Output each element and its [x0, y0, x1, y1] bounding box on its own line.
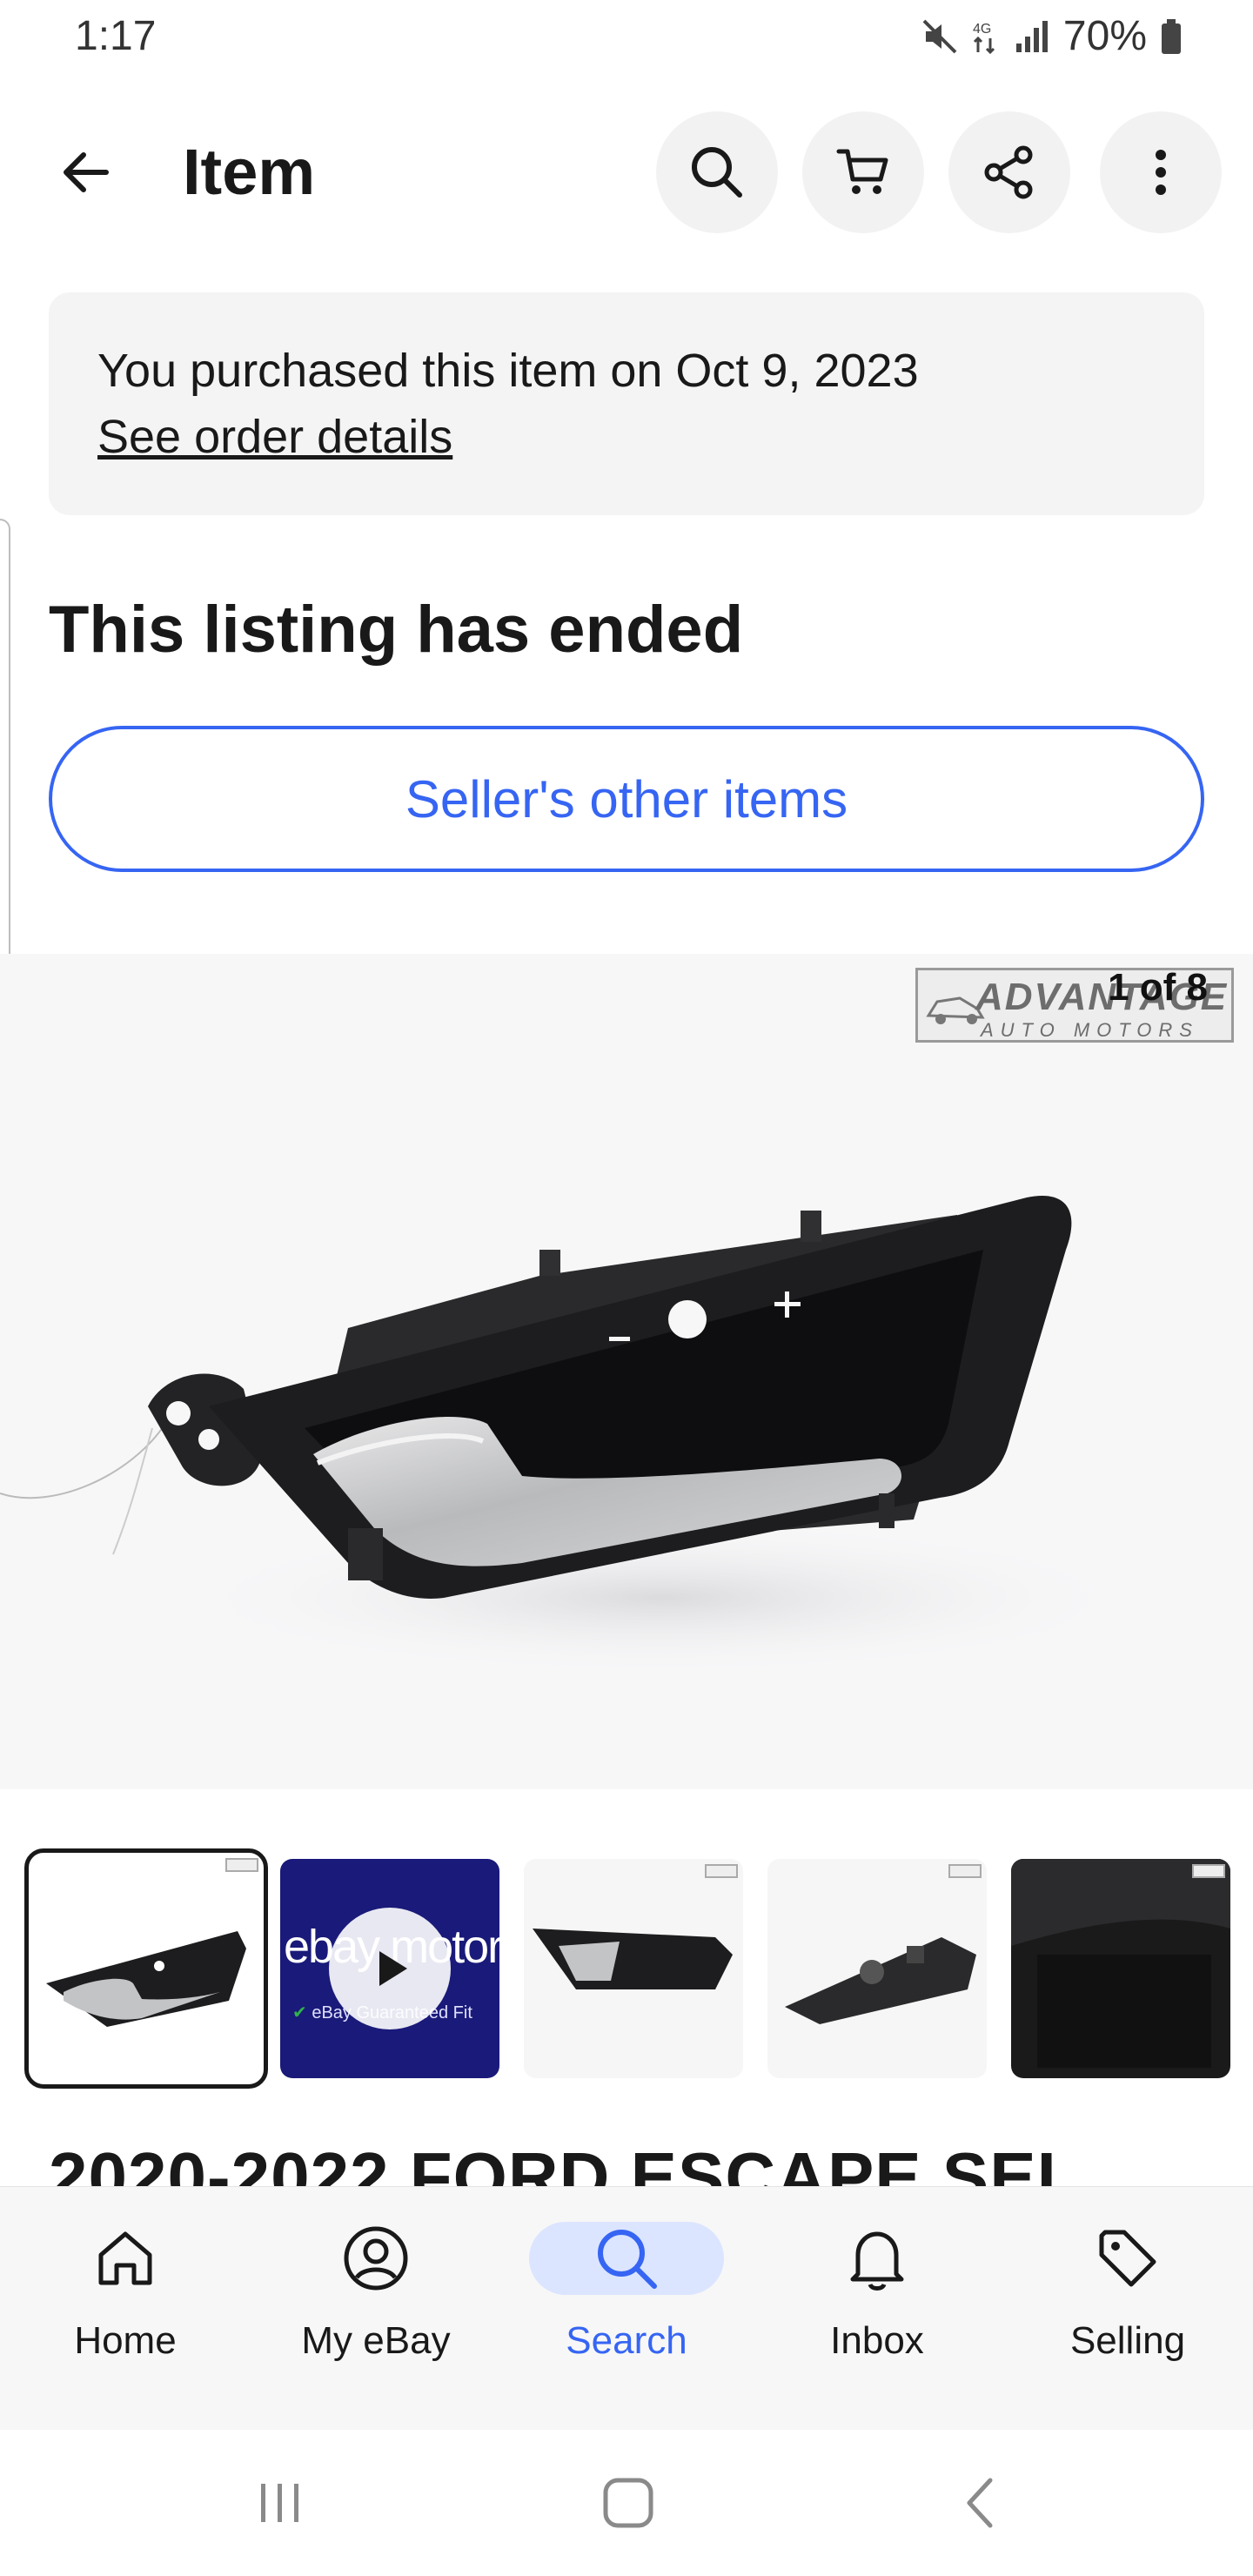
bottom-nav: Home My eBay Search Inbox Selling	[0, 2186, 1253, 2430]
status-bar: 1:17 4G 70%	[0, 0, 1253, 73]
search-button[interactable]	[656, 111, 778, 233]
door-handle-closeup-thumb	[1011, 1859, 1230, 2068]
signal-icon	[1013, 17, 1051, 56]
door-handle-angle-thumb	[533, 1929, 733, 1989]
door-handle-back-thumb	[785, 1937, 976, 2024]
home-icon	[73, 2222, 178, 2295]
listing-ended-heading: This listing has ended	[49, 593, 744, 667]
more-icon	[1156, 150, 1166, 195]
cart-icon	[836, 149, 888, 194]
watermark-mini-icon	[225, 1858, 258, 1872]
watermark-mini-icon	[1192, 1864, 1225, 1878]
nav-inbox-label: Inbox	[830, 2319, 924, 2362]
purchase-text: You purchased this item on Oct 9, 2023	[97, 345, 919, 397]
nav-search-label: Search	[566, 2319, 687, 2362]
home-square-icon	[603, 2478, 653, 2528]
nav-search[interactable]: Search	[522, 2222, 731, 2396]
search-icon	[692, 147, 742, 198]
nav-home[interactable]: Home	[21, 2222, 230, 2396]
play-icon	[379, 1951, 407, 1986]
back-arrow-icon	[64, 152, 109, 192]
chevron-left-icon	[967, 2478, 993, 2528]
cart-button[interactable]	[802, 111, 924, 233]
main-product-image[interactable]: ADVANTAGE AUTO MOTORS 1 of 8	[0, 954, 1253, 1789]
thumbnail-5[interactable]	[1011, 1859, 1230, 2078]
sellers-other-items-button[interactable]: Seller's other items	[49, 726, 1204, 872]
back-button[interactable]	[44, 131, 127, 214]
svg-text:4G: 4G	[973, 22, 991, 37]
battery-level: 70%	[1062, 13, 1147, 59]
more-options-button[interactable]	[1100, 111, 1222, 233]
see-order-details-link[interactable]: See order details	[97, 404, 452, 470]
watermark-mini-icon	[705, 1864, 738, 1878]
watermark-subtitle: AUTO MOTORS	[981, 1019, 1199, 1041]
nav-selling-label: Selling	[1069, 2319, 1186, 2362]
play-button[interactable]	[329, 1908, 451, 2029]
recent-apps-button[interactable]	[237, 2472, 324, 2534]
home-system-button[interactable]	[585, 2472, 672, 2534]
thumbnail-strip[interactable]: ebay motors ✔ eBay Guaranteed Fit	[24, 1848, 1253, 2092]
door-handle-thumb	[46, 1931, 246, 2027]
nav-inbox[interactable]: Inbox	[773, 2222, 982, 2396]
lte-icon: 4G	[971, 17, 1001, 56]
battery-icon	[1159, 17, 1183, 56]
search-icon	[529, 2222, 724, 2295]
status-time: 1:17	[75, 13, 157, 59]
mute-icon	[921, 17, 959, 56]
thumbnail-4[interactable]	[767, 1859, 987, 2078]
watermark-mini-icon	[948, 1864, 982, 1878]
tag-icon	[1075, 2222, 1180, 2295]
share-icon	[984, 145, 1033, 199]
edge-panel-handle[interactable]	[0, 519, 10, 1015]
account-icon	[324, 2222, 428, 2295]
thumbnail-1[interactable]	[24, 1848, 268, 2089]
image-counter: 1 of 8	[1108, 966, 1208, 1009]
thumbnail-3[interactable]	[524, 1859, 743, 2078]
page-title: Item	[183, 136, 316, 208]
back-system-button[interactable]	[936, 2472, 1023, 2534]
share-button[interactable]	[948, 111, 1070, 233]
recent-apps-icon	[261, 2484, 298, 2522]
nav-selling[interactable]: Selling	[1023, 2222, 1232, 2396]
bell-icon	[825, 2222, 929, 2295]
nav-my-ebay[interactable]: My eBay	[271, 2222, 480, 2396]
door-handle-photo	[0, 1196, 1149, 1676]
nav-home-label: Home	[74, 2319, 177, 2362]
nav-my-ebay-label: My eBay	[301, 2319, 451, 2362]
status-icons: 4G 70%	[921, 12, 1183, 60]
thumbnail-video[interactable]: ebay motors ✔ eBay Guaranteed Fit	[280, 1859, 499, 2078]
system-navigation-bar	[0, 2430, 1253, 2576]
purchase-notice: You purchased this item on Oct 9, 2023 S…	[49, 292, 1204, 515]
app-header: Item	[0, 104, 1253, 235]
